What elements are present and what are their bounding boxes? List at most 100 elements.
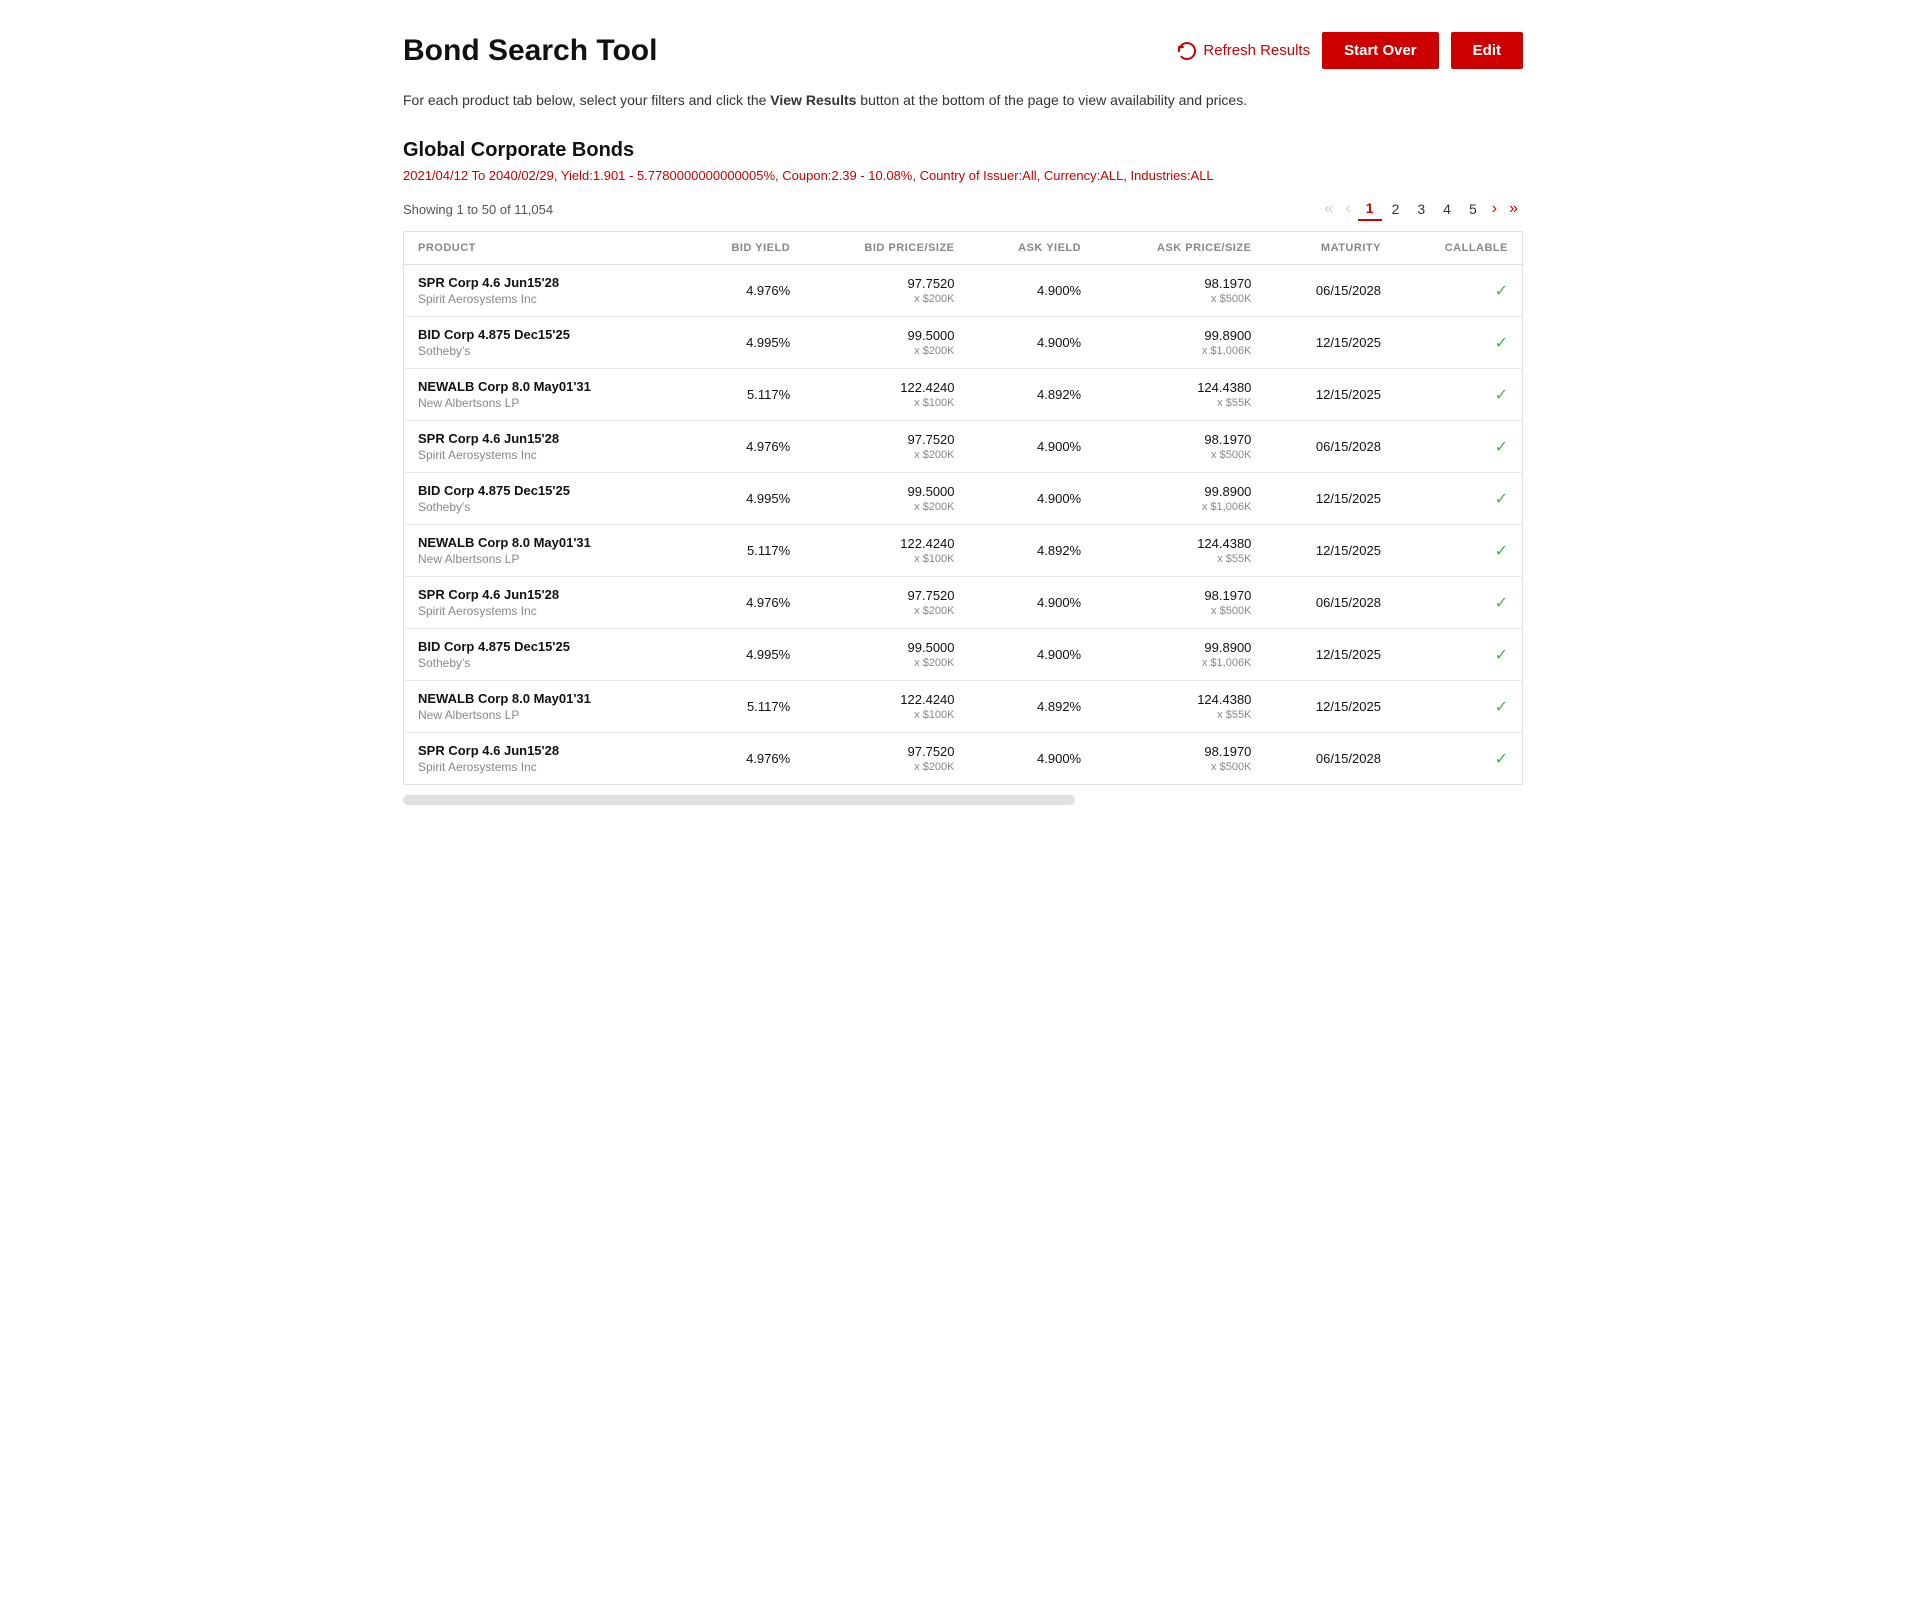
cell-maturity-1: 12/15/2025: [1265, 317, 1395, 369]
scrollbar[interactable]: [403, 795, 1075, 805]
product-issuer-7: Sotheby's: [418, 656, 670, 670]
cell-bid-price-9: 97.7520 x $200K: [804, 733, 968, 785]
cell-bid-price-5: 122.4240 x $100K: [804, 525, 968, 577]
table-row: NEWALB Corp 8.0 May01'31 New Albertsons …: [404, 525, 1522, 577]
cell-ask-yield-2: 4.892%: [969, 369, 1096, 421]
table-row: BID Corp 4.875 Dec15'25 Sotheby's 4.995%…: [404, 317, 1522, 369]
cell-ask-price-0: 98.1970 x $500K: [1095, 265, 1265, 317]
pagination-page-3[interactable]: 3: [1409, 198, 1433, 220]
results-count: Showing 1 to 50 of 11,054: [403, 202, 553, 217]
cell-callable-5: ✓: [1395, 525, 1522, 577]
cell-maturity-5: 12/15/2025: [1265, 525, 1395, 577]
refresh-icon: [1177, 41, 1197, 61]
pagination-page-1[interactable]: 1: [1358, 197, 1382, 221]
pagination-prev[interactable]: ‹: [1340, 199, 1355, 219]
callable-check-icon: ✓: [1495, 491, 1508, 508]
cell-maturity-2: 12/15/2025: [1265, 369, 1395, 421]
table-row: SPR Corp 4.6 Jun15'28 Spirit Aerosystems…: [404, 733, 1522, 785]
table-row: BID Corp 4.875 Dec15'25 Sotheby's 4.995%…: [404, 629, 1522, 681]
cell-maturity-3: 06/15/2028: [1265, 421, 1395, 473]
cell-ask-price-4: 99.8900 x $1,006K: [1095, 473, 1265, 525]
cell-callable-0: ✓: [1395, 265, 1522, 317]
cell-ask-price-3: 98.1970 x $500K: [1095, 421, 1265, 473]
cell-product-1: BID Corp 4.875 Dec15'25 Sotheby's: [404, 317, 684, 369]
pagination-last[interactable]: »: [1504, 199, 1523, 219]
table-row: SPR Corp 4.6 Jun15'28 Spirit Aerosystems…: [404, 577, 1522, 629]
cell-ask-price-9: 98.1970 x $500K: [1095, 733, 1265, 785]
cell-bid-price-8: 122.4240 x $100K: [804, 681, 968, 733]
cell-ask-yield-0: 4.900%: [969, 265, 1096, 317]
page-header: Bond Search Tool Refresh Results Start O…: [403, 32, 1523, 69]
col-ask-price-size: ASK PRICE/SIZE: [1095, 232, 1265, 265]
cell-product-3: SPR Corp 4.6 Jun15'28 Spirit Aerosystems…: [404, 421, 684, 473]
pagination-page-4[interactable]: 4: [1435, 198, 1459, 220]
product-issuer-5: New Albertsons LP: [418, 552, 670, 566]
cell-bid-price-0: 97.7520 x $200K: [804, 265, 968, 317]
refresh-label: Refresh Results: [1203, 42, 1310, 59]
cell-product-0: SPR Corp 4.6 Jun15'28 Spirit Aerosystems…: [404, 265, 684, 317]
cell-ask-price-5: 124.4380 x $55K: [1095, 525, 1265, 577]
cell-callable-2: ✓: [1395, 369, 1522, 421]
cell-maturity-6: 06/15/2028: [1265, 577, 1395, 629]
cell-maturity-9: 06/15/2028: [1265, 733, 1395, 785]
cell-callable-4: ✓: [1395, 473, 1522, 525]
cell-product-9: SPR Corp 4.6 Jun15'28 Spirit Aerosystems…: [404, 733, 684, 785]
cell-ask-price-8: 124.4380 x $55K: [1095, 681, 1265, 733]
subtitle: For each product tab below, select your …: [403, 89, 1523, 111]
edit-button[interactable]: Edit: [1451, 32, 1523, 69]
cell-ask-yield-3: 4.900%: [969, 421, 1096, 473]
cell-product-8: NEWALB Corp 8.0 May01'31 New Albertsons …: [404, 681, 684, 733]
cell-callable-3: ✓: [1395, 421, 1522, 473]
pagination-page-5[interactable]: 5: [1461, 198, 1485, 220]
cell-maturity-0: 06/15/2028: [1265, 265, 1395, 317]
callable-check-icon: ✓: [1495, 283, 1508, 300]
cell-product-5: NEWALB Corp 8.0 May01'31 New Albertsons …: [404, 525, 684, 577]
cell-ask-yield-4: 4.900%: [969, 473, 1096, 525]
cell-bid-yield-7: 4.995%: [684, 629, 805, 681]
product-issuer-0: Spirit Aerosystems Inc: [418, 292, 670, 306]
cell-callable-7: ✓: [1395, 629, 1522, 681]
cell-product-4: BID Corp 4.875 Dec15'25 Sotheby's: [404, 473, 684, 525]
cell-bid-yield-3: 4.976%: [684, 421, 805, 473]
table-row: SPR Corp 4.6 Jun15'28 Spirit Aerosystems…: [404, 265, 1522, 317]
table-row: SPR Corp 4.6 Jun15'28 Spirit Aerosystems…: [404, 421, 1522, 473]
cell-bid-yield-1: 4.995%: [684, 317, 805, 369]
col-product: PRODUCT: [404, 232, 684, 265]
cell-bid-yield-8: 5.117%: [684, 681, 805, 733]
start-over-button[interactable]: Start Over: [1322, 32, 1439, 69]
cell-ask-yield-6: 4.900%: [969, 577, 1096, 629]
pagination-page-2[interactable]: 2: [1384, 198, 1408, 220]
callable-check-icon: ✓: [1495, 647, 1508, 664]
col-maturity: MATURITY: [1265, 232, 1395, 265]
product-name-7: BID Corp 4.875 Dec15'25: [418, 639, 670, 654]
product-name-3: SPR Corp 4.6 Jun15'28: [418, 431, 670, 446]
table-header: PRODUCT BID YIELD BID PRICE/SIZE ASK YIE…: [404, 232, 1522, 265]
cell-ask-price-7: 99.8900 x $1,006K: [1095, 629, 1265, 681]
filter-summary: 2021/04/12 To 2040/02/29, Yield:1.901 - …: [403, 168, 1523, 183]
product-issuer-2: New Albertsons LP: [418, 396, 670, 410]
cell-product-2: NEWALB Corp 8.0 May01'31 New Albertsons …: [404, 369, 684, 421]
cell-bid-price-3: 97.7520 x $200K: [804, 421, 968, 473]
table-body: SPR Corp 4.6 Jun15'28 Spirit Aerosystems…: [404, 265, 1522, 785]
cell-bid-price-2: 122.4240 x $100K: [804, 369, 968, 421]
subtitle-line2: button at the bottom of the page to view…: [856, 92, 1247, 108]
cell-ask-yield-5: 4.892%: [969, 525, 1096, 577]
section-title: Global Corporate Bonds: [403, 139, 1523, 162]
cell-product-7: BID Corp 4.875 Dec15'25 Sotheby's: [404, 629, 684, 681]
header-actions: Refresh Results Start Over Edit: [1177, 32, 1523, 69]
cell-ask-yield-9: 4.900%: [969, 733, 1096, 785]
results-bar: Showing 1 to 50 of 11,054 « ‹ 1 2 3 4 5 …: [403, 197, 1523, 221]
refresh-button[interactable]: Refresh Results: [1177, 41, 1310, 61]
pagination-first[interactable]: «: [1320, 199, 1339, 219]
table-row: NEWALB Corp 8.0 May01'31 New Albertsons …: [404, 681, 1522, 733]
cell-callable-9: ✓: [1395, 733, 1522, 785]
cell-maturity-4: 12/15/2025: [1265, 473, 1395, 525]
pagination-next[interactable]: ›: [1487, 199, 1502, 219]
cell-bid-yield-4: 4.995%: [684, 473, 805, 525]
cell-ask-yield-8: 4.892%: [969, 681, 1096, 733]
product-name-0: SPR Corp 4.6 Jun15'28: [418, 275, 670, 290]
product-issuer-8: New Albertsons LP: [418, 708, 670, 722]
product-issuer-6: Spirit Aerosystems Inc: [418, 604, 670, 618]
product-name-9: SPR Corp 4.6 Jun15'28: [418, 743, 670, 758]
callable-check-icon: ✓: [1495, 335, 1508, 352]
